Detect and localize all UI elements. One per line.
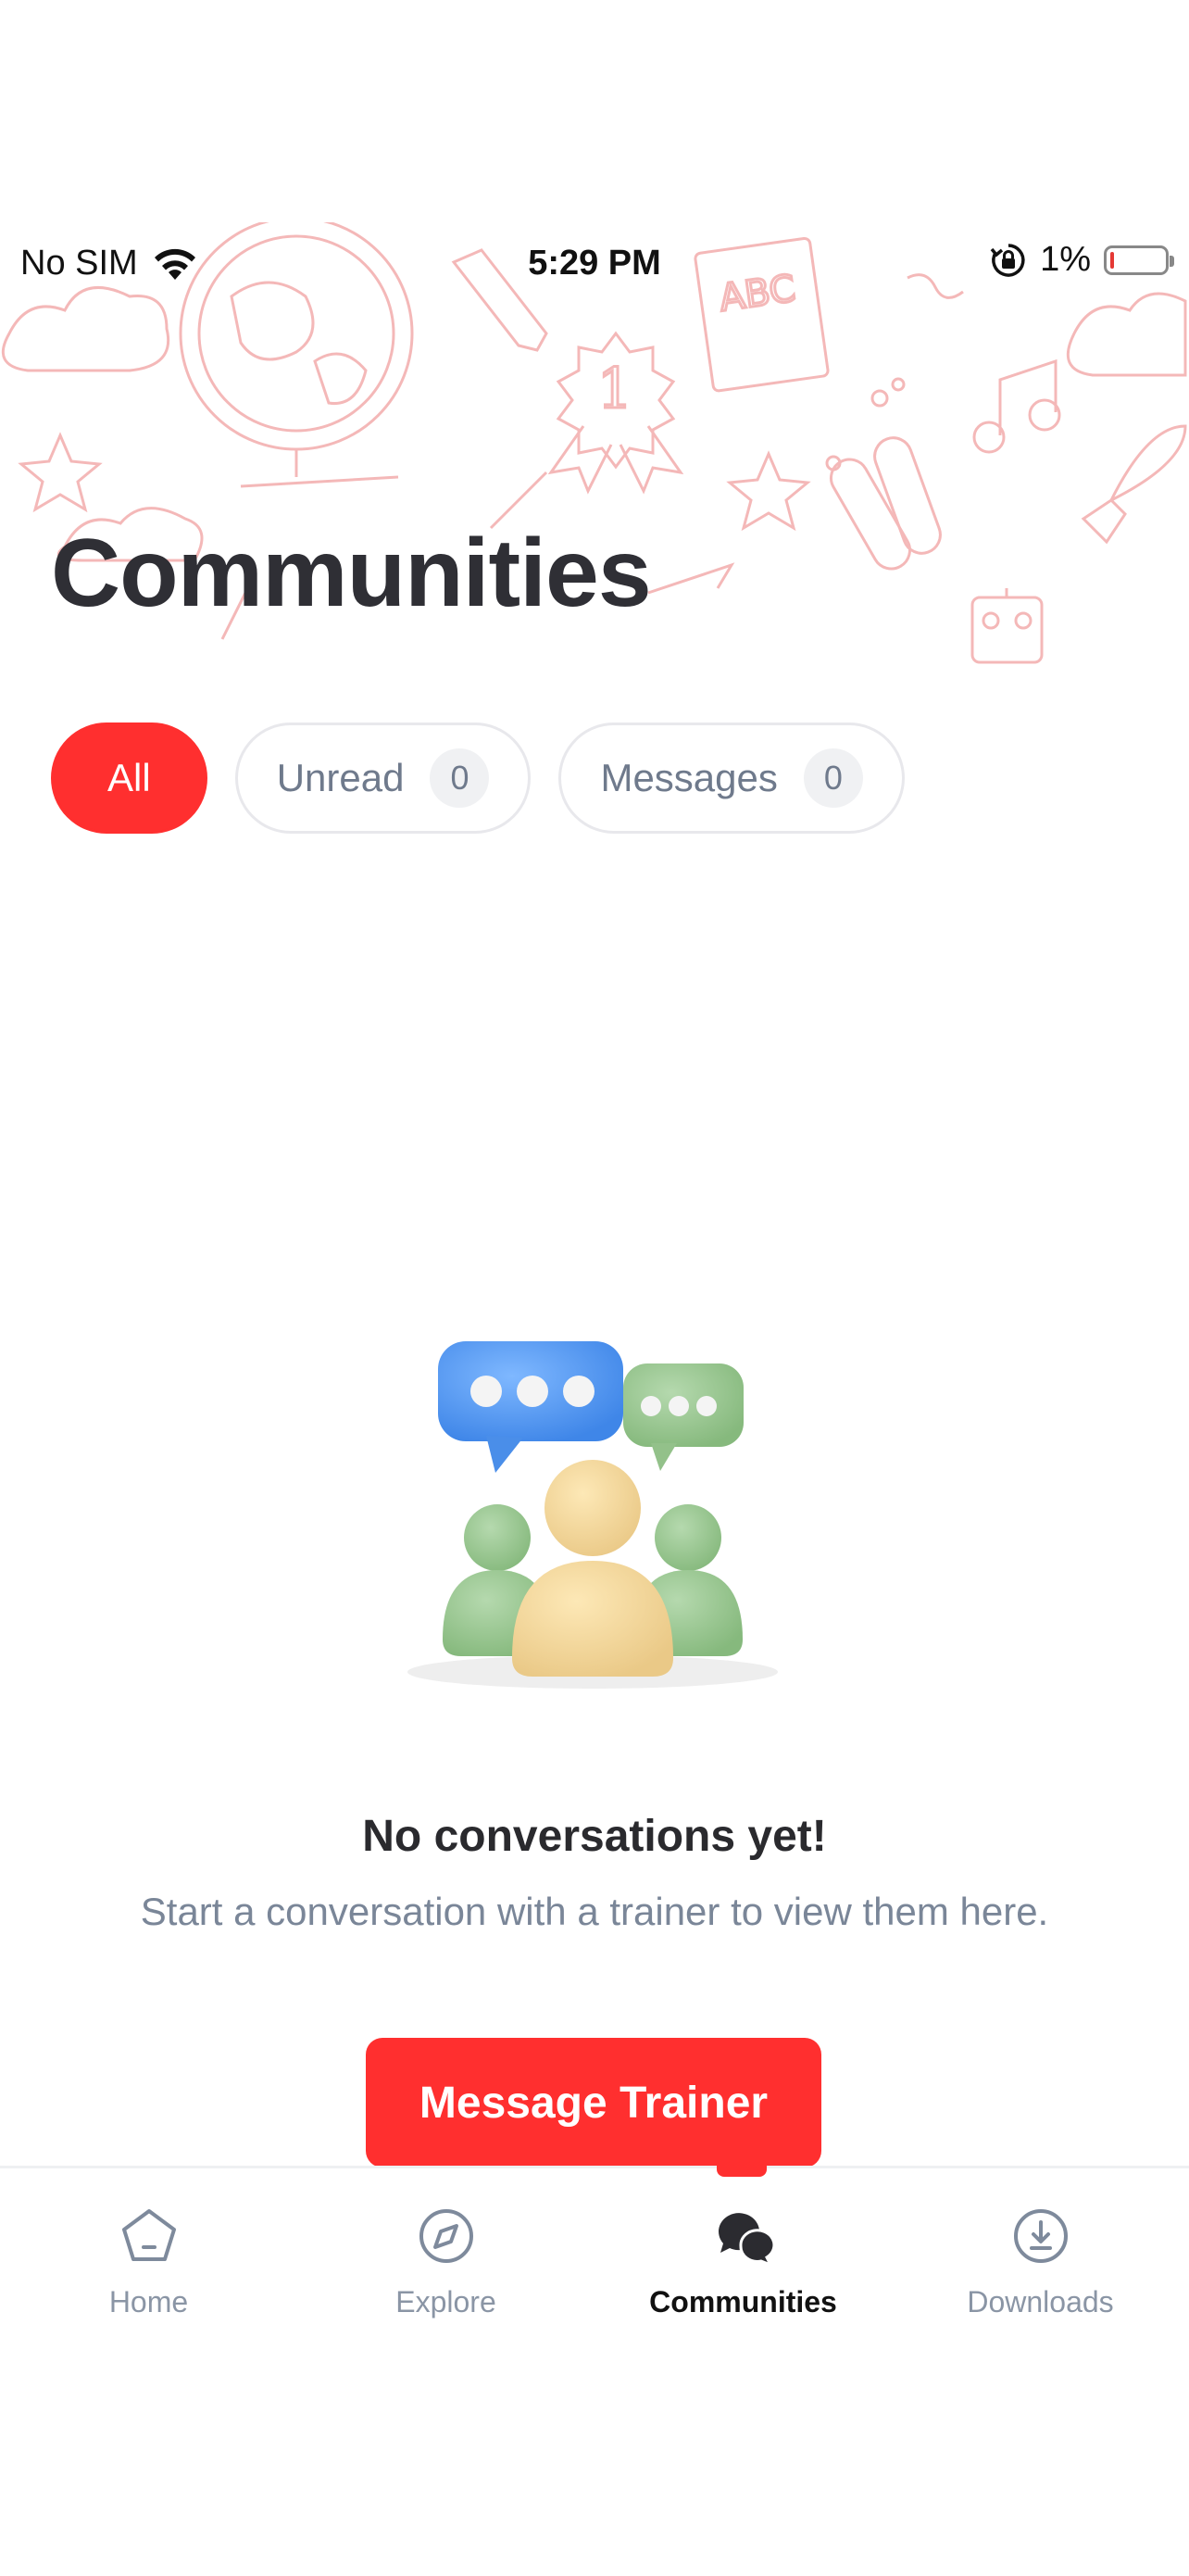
- empty-state-subtitle: Start a conversation with a trainer to v…: [140, 1890, 1049, 1933]
- tab-explore[interactable]: Explore: [297, 2205, 594, 2319]
- compass-icon: [419, 2209, 473, 2263]
- filter-unread-label: Unread: [276, 756, 405, 799]
- tab-explore-label: Explore: [395, 2285, 496, 2318]
- battery-icon: [1104, 245, 1174, 275]
- status-bar: No SIM 5:29 PM 1%: [0, 227, 1189, 296]
- unread-count-badge: 0: [430, 748, 490, 808]
- tab-home-label: Home: [108, 2285, 189, 2318]
- home-icon: [121, 2209, 176, 2261]
- tab-downloads-label: Downloads: [967, 2285, 1114, 2318]
- filter-messages-chip[interactable]: Messages 0: [558, 723, 905, 834]
- filter-unread-chip[interactable]: Unread 0: [234, 723, 532, 834]
- tab-communities-label: Communities: [649, 2285, 837, 2318]
- page-title: Communities: [51, 520, 652, 627]
- status-right: 1%: [990, 240, 1174, 280]
- message-trainer-button[interactable]: Message Trainer: [366, 2038, 821, 2168]
- community-chat-illustration: [407, 1341, 778, 1689]
- battery-percent: 1%: [1040, 240, 1091, 279]
- svg-text:1: 1: [597, 357, 632, 421]
- messages-count-badge: 0: [803, 748, 863, 808]
- bottom-tab-bar: Home Explore Communities Downloads: [0, 2166, 1189, 2576]
- tab-downloads[interactable]: Downloads: [892, 2205, 1189, 2319]
- download-icon: [1013, 2209, 1068, 2263]
- filter-all-label: All: [107, 756, 151, 799]
- battery-level-fill: [1110, 251, 1114, 269]
- chat-bubbles-icon: [718, 2213, 774, 2267]
- empty-state-title: No conversations yet!: [362, 1812, 827, 1861]
- filter-chips: All Unread 0 Messages 0: [51, 723, 905, 834]
- filter-messages-label: Messages: [600, 756, 778, 799]
- filter-all-chip[interactable]: All: [51, 723, 207, 834]
- tab-home[interactable]: Home: [0, 2205, 297, 2319]
- active-tab-indicator: [717, 2166, 767, 2177]
- tab-communities[interactable]: Communities: [594, 2205, 892, 2319]
- orientation-lock-icon: [990, 243, 1025, 277]
